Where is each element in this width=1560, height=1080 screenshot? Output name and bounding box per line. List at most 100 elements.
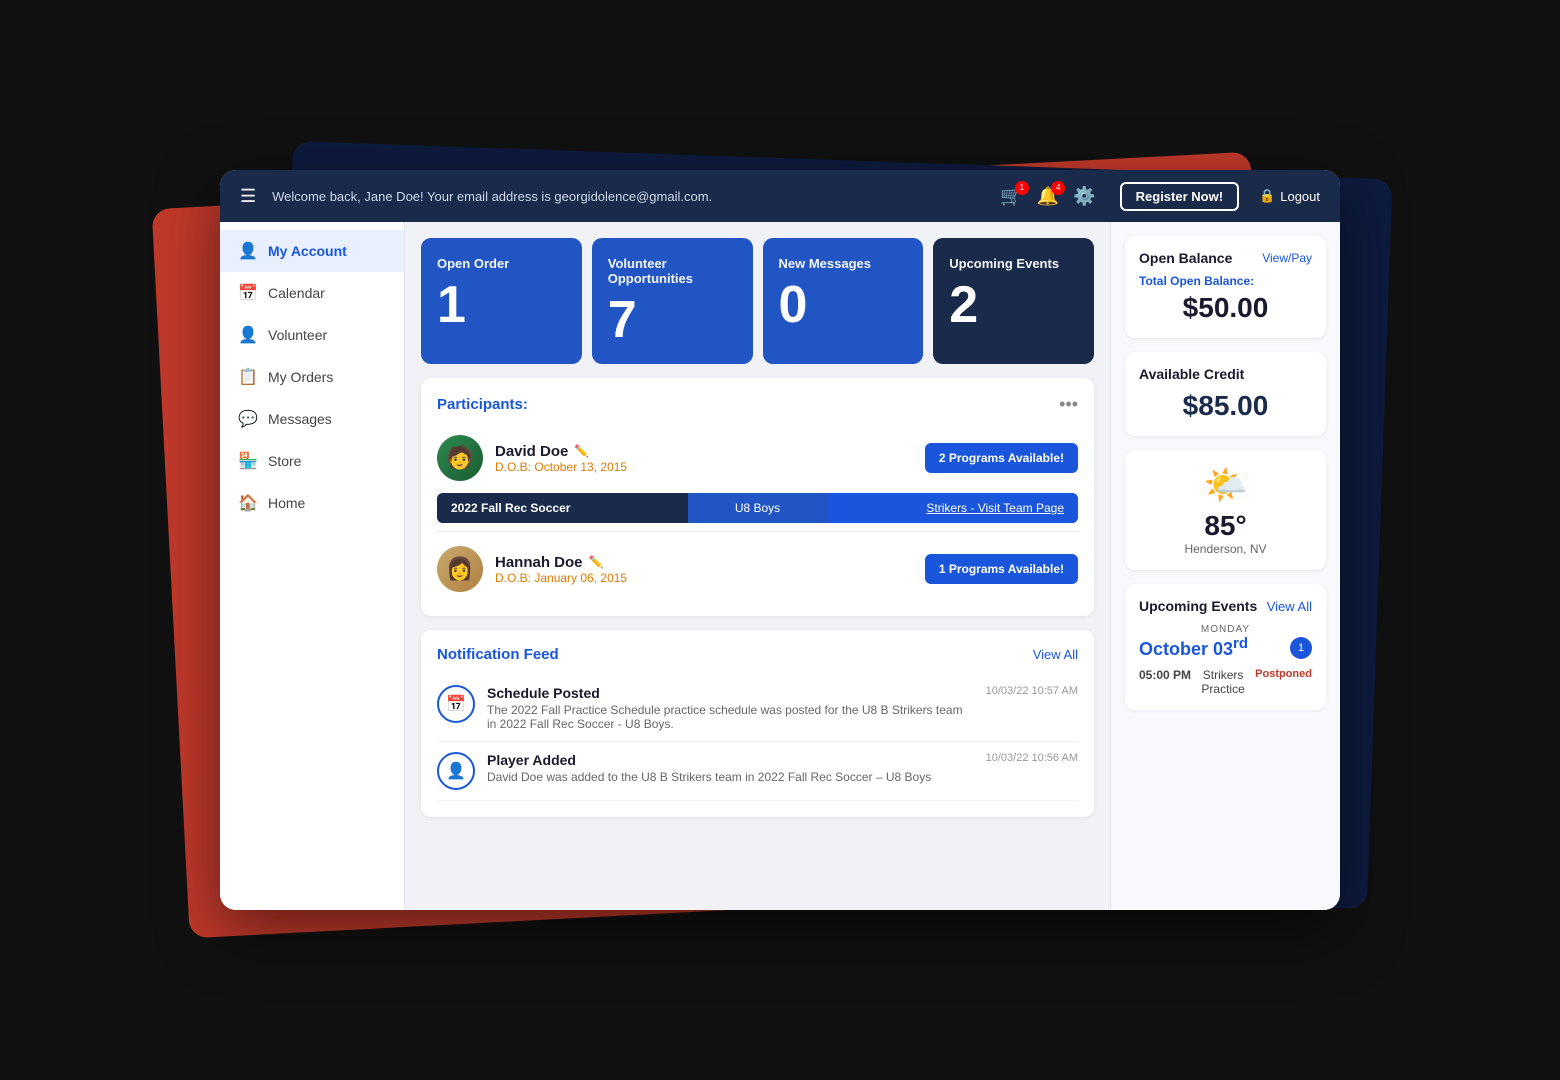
notif-time-1: 10/03/22 10:56 AM xyxy=(986,752,1078,790)
upcoming-day: MONDAY xyxy=(1139,624,1312,635)
participants-section: Participants: ••• 🧑 David Doe ✏️ xyxy=(421,378,1094,616)
team-bar-david: 2022 Fall Rec Soccer U8 Boys Strikers - … xyxy=(437,493,1078,523)
store-icon: 🏪 xyxy=(238,451,258,471)
event-name: Strikers Practice xyxy=(1191,668,1255,696)
stat-card-messages: New Messages 0 xyxy=(763,238,924,364)
participants-header: Participants: ••• xyxy=(437,394,1078,415)
cart-badge: 1 xyxy=(1015,181,1029,195)
available-credit-amount: $85.00 xyxy=(1139,390,1312,422)
edit-david-icon[interactable]: ✏️ xyxy=(574,444,589,458)
team-link[interactable]: Strikers - Visit Team Page xyxy=(926,501,1064,515)
participant-david-name: David Doe ✏️ xyxy=(495,443,913,460)
open-balance-title: Open Balance xyxy=(1139,250,1232,266)
upcoming-events-header: Upcoming Events View All xyxy=(1139,598,1312,614)
calendar-icon: 📅 xyxy=(238,283,258,303)
team-name: Strikers - Visit Team Page xyxy=(827,493,1078,523)
participant-hannah-name: Hannah Doe ✏️ xyxy=(495,554,913,571)
view-pay-link[interactable]: View/Pay xyxy=(1262,251,1312,265)
notif-title-1: Player Added xyxy=(487,752,974,768)
david-programs-button[interactable]: 2 Programs Available! xyxy=(925,443,1078,473)
register-button[interactable]: Register Now! xyxy=(1120,182,1239,211)
edit-hannah-icon[interactable]: ✏️ xyxy=(589,555,604,569)
avatar-david: 🧑 xyxy=(437,435,483,481)
open-balance-header: Open Balance View/Pay xyxy=(1139,250,1312,266)
bell-badge: 4 xyxy=(1051,181,1065,195)
participant-david-info: David Doe ✏️ D.O.B: October 13, 2015 xyxy=(495,443,913,474)
available-credit-header: Available Credit xyxy=(1139,366,1312,382)
sidebar-item-store[interactable]: 🏪 Store xyxy=(220,440,404,482)
event-time: 05:00 PM xyxy=(1139,668,1191,682)
notif-content-1: Player Added David Doe was added to the … xyxy=(487,752,974,790)
logout-button[interactable]: 🔒 Logout xyxy=(1259,188,1320,204)
gear-icon: ⚙️ xyxy=(1073,186,1095,206)
hannah-programs-button[interactable]: 1 Programs Available! xyxy=(925,554,1078,584)
open-balance-card: Open Balance View/Pay Total Open Balance… xyxy=(1125,236,1326,338)
player-added-icon: 👤 xyxy=(437,752,475,790)
avatar-hannah: 👩 xyxy=(437,546,483,592)
sidebar-item-messages[interactable]: 💬 Messages xyxy=(220,398,404,440)
stat-card-upcoming-events: Upcoming Events 2 xyxy=(933,238,1094,364)
event-status: Postponed xyxy=(1255,668,1312,680)
notification-view-all-link[interactable]: View All xyxy=(1033,647,1078,662)
dots-menu-icon[interactable]: ••• xyxy=(1059,394,1078,415)
weather-location: Henderson, NV xyxy=(1139,542,1312,556)
main-content: Open Order 1 Volunteer Opportunities 7 N… xyxy=(405,222,1110,910)
stat-card-volunteer: Volunteer Opportunities 7 xyxy=(592,238,753,364)
upcoming-events-title: Upcoming Events xyxy=(1139,598,1257,614)
volunteer-icon: 👤 xyxy=(238,325,258,345)
notification-feed-header: Notification Feed View All xyxy=(437,646,1078,663)
weather-temperature: 85° xyxy=(1139,510,1312,542)
notif-desc-0: The 2022 Fall Practice Schedule practice… xyxy=(487,703,974,731)
team-program: 2022 Fall Rec Soccer xyxy=(437,493,688,523)
available-credit-title: Available Credit xyxy=(1139,366,1244,382)
sidebar-item-home[interactable]: 🏠 Home xyxy=(220,482,404,524)
notification-item-0: 📅 Schedule Posted The 2022 Fall Practice… xyxy=(437,675,1078,742)
upcoming-date: October 03rd xyxy=(1139,635,1248,660)
notification-feed-title: Notification Feed xyxy=(437,646,559,663)
settings-icon-wrap[interactable]: ⚙️ xyxy=(1073,186,1095,207)
upcoming-events-card: Upcoming Events View All MONDAY October … xyxy=(1125,584,1326,710)
team-division: U8 Boys xyxy=(688,493,827,523)
schedule-posted-icon: 📅 xyxy=(437,685,475,723)
participant-hannah-dob: D.O.B: January 06, 2015 xyxy=(495,571,913,585)
upcoming-view-all-link[interactable]: View All xyxy=(1267,599,1312,614)
sidebar-item-my-account[interactable]: 👤 My Account xyxy=(220,230,404,272)
sidebar-item-calendar[interactable]: 📅 Calendar xyxy=(220,272,404,314)
hamburger-icon[interactable]: ☰ xyxy=(240,186,256,207)
upcoming-date-row: October 03rd 1 xyxy=(1139,635,1312,660)
participant-david-row: 🧑 David Doe ✏️ D.O.B: October 13, 2015 xyxy=(437,427,1078,489)
account-icon: 👤 xyxy=(238,241,258,261)
participant-divider xyxy=(437,531,1078,532)
navbar: ☰ Welcome back, Jane Doe! Your email add… xyxy=(220,170,1340,222)
stat-card-open-order: Open Order 1 xyxy=(421,238,582,364)
app-window: ☰ Welcome back, Jane Doe! Your email add… xyxy=(220,170,1340,910)
sidebar-item-volunteer[interactable]: 👤 Volunteer xyxy=(220,314,404,356)
participant-hannah-info: Hannah Doe ✏️ D.O.B: January 06, 2015 xyxy=(495,554,913,585)
bell-icon-wrap[interactable]: 🔔 4 xyxy=(1037,186,1059,207)
participant-hannah-row: 👩 Hannah Doe ✏️ D.O.B: January 06, 2015 xyxy=(437,538,1078,600)
lock-icon: 🔒 xyxy=(1259,188,1275,204)
weather-sun-icon: 🌤️ xyxy=(1139,464,1312,506)
weather-card: 🌤️ 85° Henderson, NV xyxy=(1125,450,1326,570)
notification-item-1: 👤 Player Added David Doe was added to th… xyxy=(437,742,1078,801)
available-credit-card: Available Credit $85.00 xyxy=(1125,352,1326,436)
home-icon: 🏠 xyxy=(238,493,258,513)
right-panel: Open Balance View/Pay Total Open Balance… xyxy=(1110,222,1340,910)
sidebar-item-my-orders[interactable]: 📋 My Orders xyxy=(220,356,404,398)
notif-title-0: Schedule Posted xyxy=(487,685,974,701)
welcome-text: Welcome back, Jane Doe! Your email addre… xyxy=(272,189,1000,204)
stat-cards: Open Order 1 Volunteer Opportunities 7 N… xyxy=(421,238,1094,364)
upcoming-date-badge: 1 xyxy=(1290,637,1312,659)
orders-icon: 📋 xyxy=(238,367,258,387)
participant-david-dob: D.O.B: October 13, 2015 xyxy=(495,460,913,474)
event-row-0: 05:00 PM Strikers Practice Postponed xyxy=(1139,668,1312,696)
participants-title: Participants: xyxy=(437,396,528,413)
cart-icon-wrap[interactable]: 🛒 1 xyxy=(1000,186,1022,207)
notif-desc-1: David Doe was added to the U8 B Strikers… xyxy=(487,770,974,784)
total-open-balance-label: Total Open Balance: xyxy=(1139,274,1312,288)
notification-feed-section: Notification Feed View All 📅 Schedule Po… xyxy=(421,630,1094,817)
open-balance-amount: $50.00 xyxy=(1139,292,1312,324)
notif-time-0: 10/03/22 10:57 AM xyxy=(986,685,1078,731)
app-body: 👤 My Account 📅 Calendar 👤 Volunteer 📋 My… xyxy=(220,222,1340,910)
notif-content-0: Schedule Posted The 2022 Fall Practice S… xyxy=(487,685,974,731)
